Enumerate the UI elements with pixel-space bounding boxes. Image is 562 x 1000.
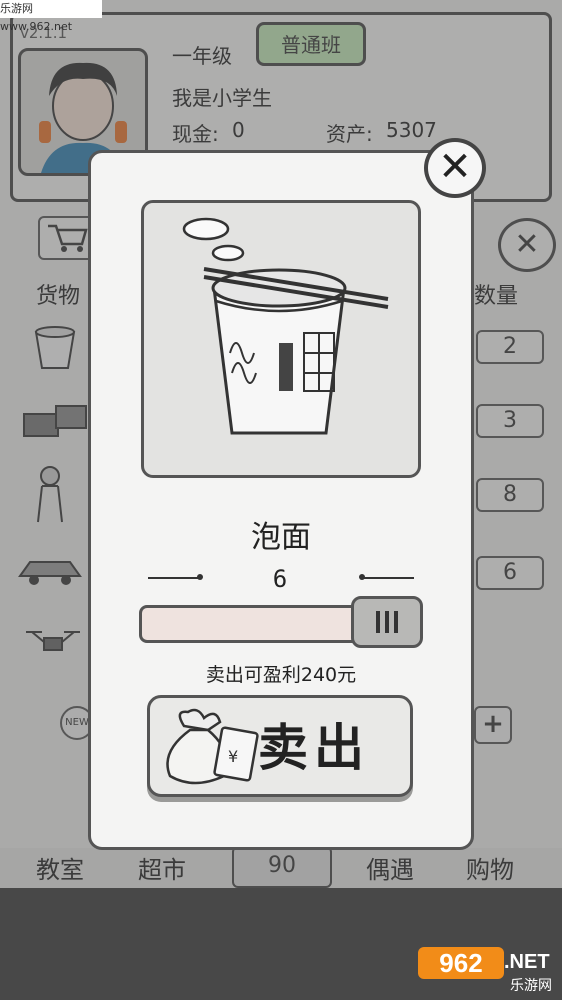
quantity-slider-handle[interactable] <box>351 596 423 648</box>
quantity-dot-left <box>197 574 203 580</box>
quantity-divider-right <box>362 577 414 579</box>
site-logo: 962 .NET 乐游网 <box>418 945 558 997</box>
item-name: 泡面 <box>251 520 311 555</box>
slider-grip-icon <box>376 611 398 633</box>
item-image-frame <box>141 200 421 478</box>
profit-text: 卖出可盈利240元 <box>205 664 357 686</box>
quantity-value: 6 <box>272 565 288 593</box>
quantity-divider-left <box>148 577 200 579</box>
close-icon: ✕ <box>438 144 472 190</box>
logo-number: 962 <box>418 947 504 979</box>
logo-sub: 乐游网 <box>510 978 552 994</box>
sell-button-label[interactable]: 卖出 <box>258 708 370 780</box>
close-button[interactable]: ✕ <box>424 138 486 198</box>
watermark-top: 乐游网 www.962.net <box>0 0 102 33</box>
logo-suffix: .NET <box>504 951 550 973</box>
instant-noodle-cup-icon <box>182 217 389 435</box>
money-bag-icon: ¥ <box>166 708 259 785</box>
svg-text:¥: ¥ <box>228 747 238 766</box>
